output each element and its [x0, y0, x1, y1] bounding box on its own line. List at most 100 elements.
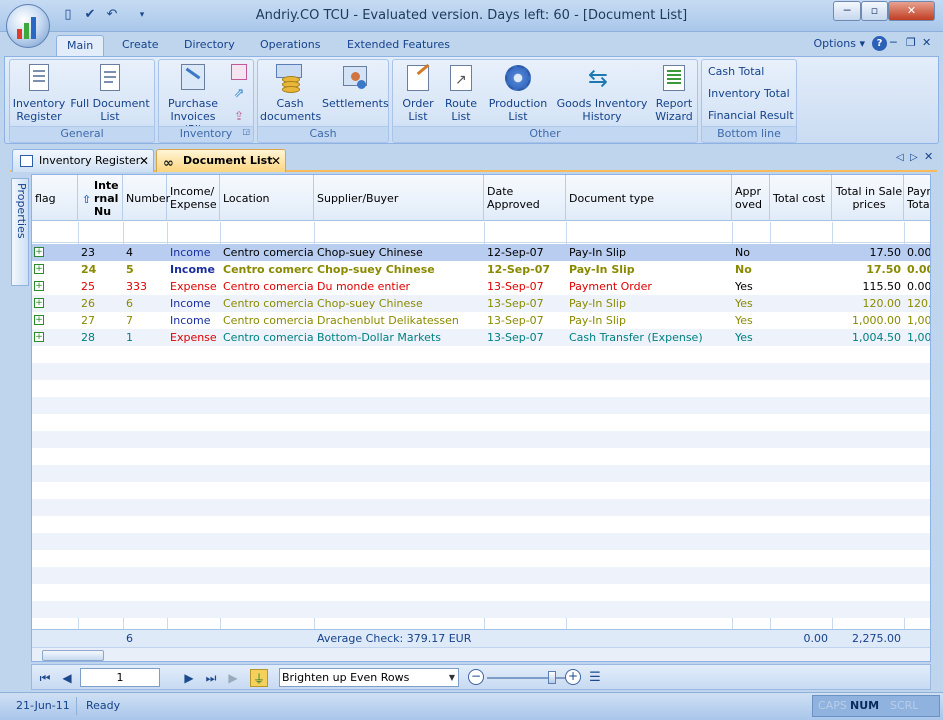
col-location[interactable]: Location: [220, 175, 314, 221]
report-wizard-button[interactable]: Report Wizard: [651, 62, 697, 123]
col-total-sale[interactable]: Total in Sale prices: [832, 175, 904, 221]
full-document-list-button[interactable]: Full Document List: [68, 62, 152, 123]
link-chain-icon: ∞: [163, 156, 174, 171]
close-tab-icon[interactable]: ✕: [139, 150, 149, 172]
page-number-input[interactable]: 1: [80, 668, 160, 687]
first-page-icon[interactable]: ⏮: [36, 669, 54, 687]
col-flag[interactable]: flag: [32, 175, 78, 221]
cell-total-cost: [770, 261, 832, 278]
grid-lines-icon[interactable]: ☰: [586, 669, 604, 687]
cell-paym: 120.0: [907, 297, 930, 310]
col-number[interactable]: Number: [123, 175, 170, 221]
restore-button[interactable]: ▫: [861, 1, 888, 21]
table-row[interactable]: +25 333 Expense Centro comercial MoctezumaD…: [32, 278, 931, 295]
col-approved[interactable]: Approved: [732, 175, 770, 221]
order-list-button[interactable]: Order List: [395, 62, 441, 123]
purchase-invoice-icon: [177, 62, 209, 94]
inventory-total-link[interactable]: Inventory Total: [708, 84, 790, 104]
production-list-label: Production List: [488, 97, 548, 123]
mdi-close-icon[interactable]: ✕: [922, 36, 931, 49]
table-row[interactable]: +27 7 Income Centro comercial MoctezumaDrac…: [32, 312, 931, 329]
row-style-value: Brighten up Even Rows: [282, 671, 410, 684]
options-menu[interactable]: Options ▾: [814, 37, 865, 50]
tab-scroll-left-icon[interactable]: ◁: [896, 152, 904, 163]
tab-scroll-right-icon[interactable]: ▷: [910, 152, 918, 163]
close-button[interactable]: ✕: [888, 1, 935, 21]
selection-properties-tab[interactable]: Selection Properties: [11, 178, 41, 286]
zoom-in-icon[interactable]: +: [565, 669, 581, 685]
help-icon[interactable]: ?: [872, 36, 887, 51]
close-tab-icon[interactable]: ✕: [271, 150, 281, 172]
cell-paym: 0.00: [907, 280, 931, 293]
mdi-minimize-icon[interactable]: ─: [890, 36, 897, 49]
edit-document-icon[interactable]: [231, 64, 247, 80]
route-list-label: Route List: [445, 97, 477, 123]
horizontal-scrollbar[interactable]: [32, 647, 930, 661]
cell-total-cost: [770, 278, 832, 295]
chevron-down-icon: ▼: [448, 673, 455, 682]
purchase-invoices-button[interactable]: Purchase Invoices (PI): [161, 62, 225, 136]
table-row[interactable]: +28 1 Expense Centro comercial MoctezumaBot…: [32, 329, 930, 346]
route-list-button[interactable]: ↗ Route List: [441, 62, 481, 123]
cell-location: Centro comercial Moctezuma: [223, 246, 314, 259]
table-row[interactable]: +24 5 Income Centro comercial MoctezumaChop…: [32, 261, 930, 278]
group-inventory-label: Inventory ◲: [159, 126, 253, 141]
row-style-select[interactable]: Brighten up Even Rows ▼: [279, 668, 459, 687]
close-document-icon[interactable]: ✕: [924, 150, 933, 163]
col-income-expense[interactable]: Income/Expense: [167, 175, 220, 221]
table-row[interactable]: +23 4 Income Centro comercial MoctezumaChop…: [32, 244, 930, 261]
expand-row-icon[interactable]: +: [34, 332, 44, 342]
col-total-cost[interactable]: Total cost: [770, 175, 832, 221]
tab-extended-features[interactable]: Extended Features: [337, 35, 460, 56]
financial-result-link[interactable]: Financial Result: [708, 106, 794, 126]
expand-row-icon[interactable]: +: [34, 281, 44, 291]
mdi-restore-icon[interactable]: ❐: [906, 36, 916, 49]
production-list-button[interactable]: Production List: [487, 62, 549, 123]
table-row[interactable]: +26 6 Income Centro comercial MoctezumaChop…: [32, 295, 930, 312]
zoom-out-icon[interactable]: −: [468, 669, 484, 685]
grid-footer: 6 Average Check: 379.17 EUR 0.00 2,275.0…: [32, 629, 930, 647]
tab-directory[interactable]: Directory: [174, 35, 245, 56]
expand-row-icon[interactable]: +: [34, 298, 44, 308]
tab-operations[interactable]: Operations: [250, 35, 330, 56]
tab-main[interactable]: Main: [56, 35, 105, 56]
doc-tab-inventory-register[interactable]: Inventory Register ✕: [12, 149, 154, 172]
expand-row-icon[interactable]: +: [34, 247, 44, 257]
minimize-button[interactable]: ─: [833, 1, 861, 21]
next-page-icon[interactable]: ▶: [180, 669, 198, 687]
cell-approved: Yes: [735, 314, 753, 327]
cell-paym: 1,000: [907, 314, 931, 327]
goods-inventory-history-button[interactable]: ⇆ Goods Inventory History: [555, 62, 649, 123]
expand-row-icon[interactable]: +: [34, 315, 44, 325]
zoom-slider[interactable]: [548, 671, 556, 684]
col-document-type[interactable]: Document type: [566, 175, 732, 221]
cash-documents-button[interactable]: Cash documents: [260, 62, 321, 123]
cash-total-link[interactable]: Cash Total: [708, 62, 764, 82]
col-supplier-buyer[interactable]: Supplier/Buyer: [314, 175, 484, 221]
col-label: Supplier/Buyer: [317, 191, 399, 205]
gear-icon: [502, 62, 534, 94]
settlements-button[interactable]: Settlements: [322, 62, 389, 110]
status-date: 21-Jun-11: [16, 699, 70, 712]
group-inventory-label-text: Inventory: [179, 127, 233, 140]
col-date-approved[interactable]: Date Approved: [484, 175, 566, 221]
expand-row-icon[interactable]: +: [34, 264, 44, 274]
dialog-launcher-icon[interactable]: ◲: [242, 127, 250, 136]
tab-create[interactable]: Create: [112, 35, 169, 56]
doc-tab-label: Inventory Register: [39, 154, 141, 167]
arrow-diagonal-icon[interactable]: ⇗: [231, 86, 247, 102]
filter-icon[interactable]: ⏚: [250, 669, 268, 687]
upload-icon[interactable]: ⇪: [231, 108, 247, 124]
expand-cell: +: [32, 329, 78, 346]
col-internal-number[interactable]: ⇧ Internal Nu: [78, 175, 123, 221]
group-inventory: Purchase Invoices (PI) ⇗ ⇪ Inventory ◲: [158, 59, 254, 143]
scrollbar-thumb[interactable]: [42, 650, 104, 661]
cell-total-sale: 115.50: [862, 280, 902, 293]
doc-tab-document-list[interactable]: ∞ Document List ✕: [156, 149, 286, 172]
new-record-icon[interactable]: ▶: [224, 669, 242, 687]
app-menu-button[interactable]: [6, 4, 50, 48]
previous-page-icon[interactable]: ◀: [58, 669, 76, 687]
last-page-icon[interactable]: ⏭: [202, 669, 220, 687]
inventory-register-button[interactable]: Inventory Register: [12, 62, 66, 123]
col-payment-total[interactable]: Paym Total: [904, 175, 930, 221]
